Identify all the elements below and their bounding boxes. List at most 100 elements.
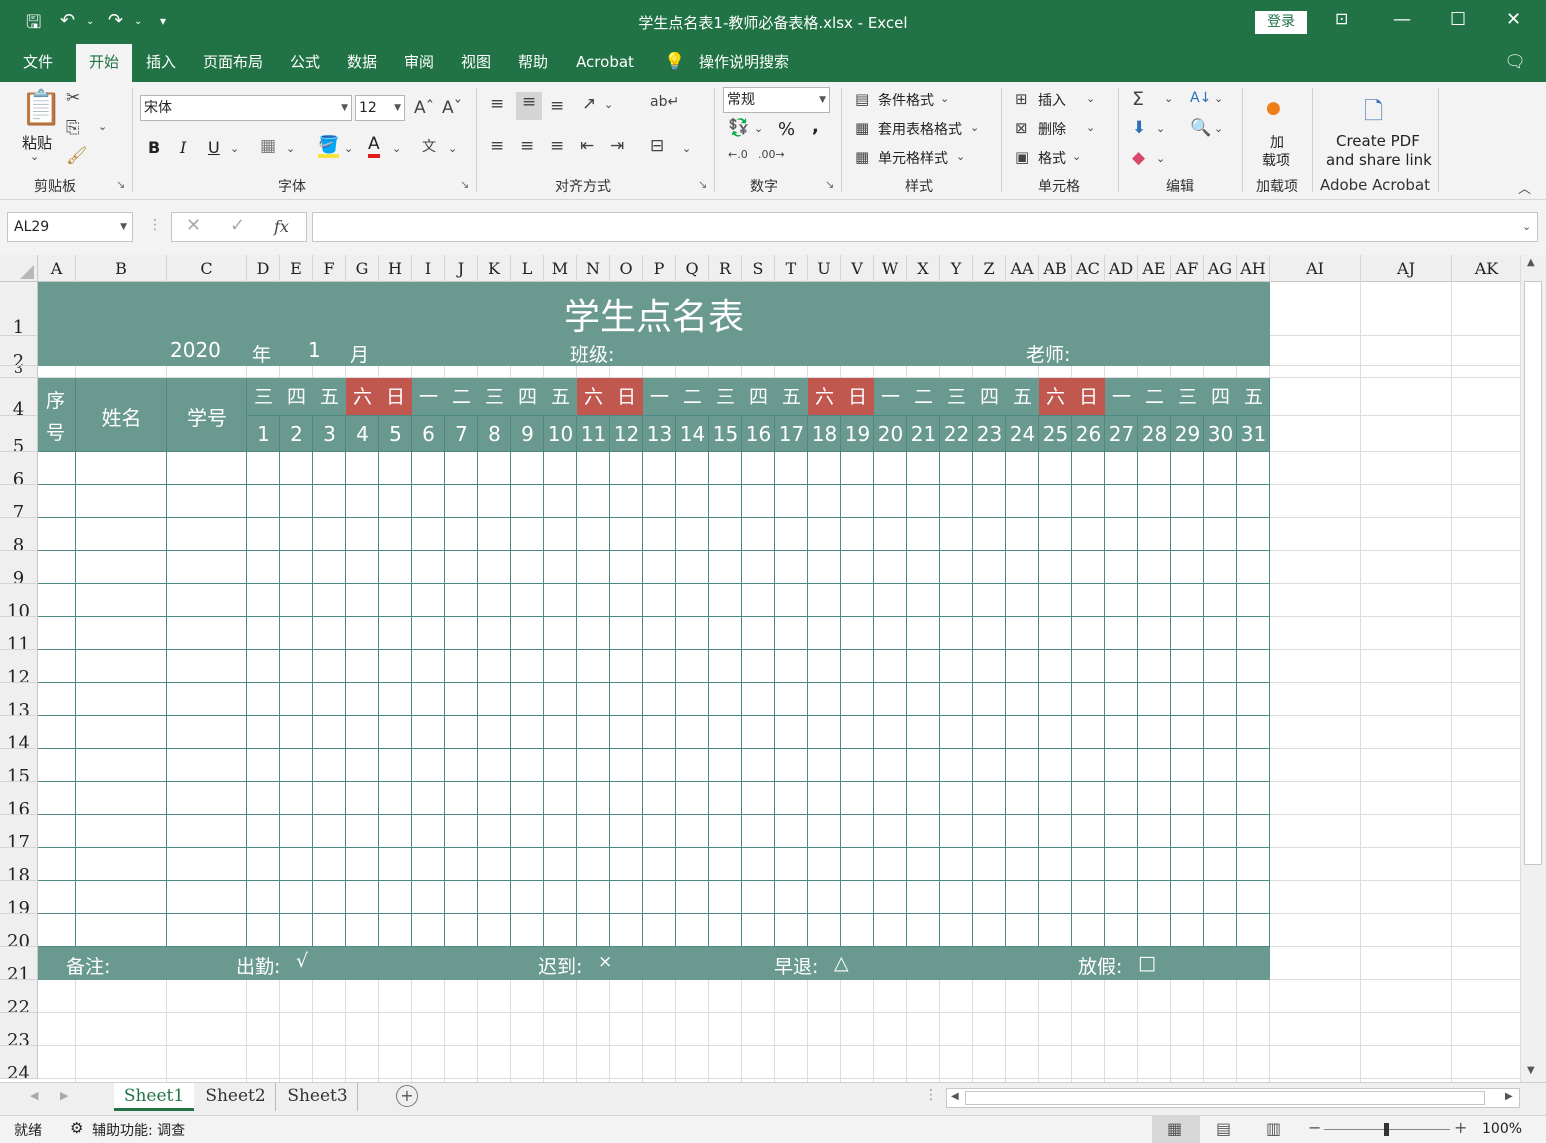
addins-label-line1[interactable]: 加 <box>1270 132 1284 152</box>
cut-icon[interactable]: ✂ <box>66 88 80 108</box>
tab-acrobat[interactable]: Acrobat <box>566 44 644 82</box>
bold-button[interactable]: B <box>148 138 160 157</box>
find-select-icon[interactable]: 🔍 <box>1190 118 1211 138</box>
alignment-launcher-icon[interactable]: ↘ <box>698 178 707 191</box>
column-header-ae[interactable]: AE <box>1138 255 1171 282</box>
column-header-c[interactable]: C <box>167 255 247 282</box>
row-header-23[interactable]: 23 <box>0 1013 38 1046</box>
copy-dropdown-icon[interactable]: ⌄ <box>98 120 107 133</box>
align-center-icon[interactable]: ≡ <box>520 136 534 156</box>
row-header-9[interactable]: 9 <box>0 551 38 584</box>
borders-dropdown-icon[interactable]: ⌄ <box>286 142 295 155</box>
column-header-ak[interactable]: AK <box>1452 255 1522 282</box>
insert-function-button[interactable]: fx <box>274 217 289 236</box>
decrease-indent-icon[interactable]: ⇤ <box>580 136 594 156</box>
row-header-22[interactable]: 22 <box>0 980 38 1013</box>
row-header-11[interactable]: 11 <box>0 617 38 650</box>
sort-filter-dropdown-icon[interactable]: ⌄ <box>1214 92 1223 105</box>
column-header-z[interactable]: Z <box>973 255 1006 282</box>
column-header-n[interactable]: N <box>577 255 610 282</box>
font-name-dropdown[interactable]: 宋体 ▼ <box>140 95 352 121</box>
fill-dropdown-icon[interactable]: ⌄ <box>1156 122 1165 135</box>
horizontal-scroll-thumb[interactable] <box>965 1091 1485 1105</box>
font-color-dropdown-icon[interactable]: ⌄ <box>392 142 401 155</box>
paste-icon[interactable]: 📋 <box>20 88 62 128</box>
column-header-k[interactable]: K <box>478 255 511 282</box>
tab-help[interactable]: 帮助 <box>508 44 558 82</box>
format-as-table-button[interactable]: 套用表格格式 <box>878 119 962 139</box>
addins-label-line2[interactable]: 载项 <box>1262 150 1290 170</box>
cell-styles-dropdown-icon[interactable]: ⌄ <box>956 150 965 163</box>
borders-icon[interactable]: ▦ <box>260 136 276 156</box>
select-all-button[interactable] <box>0 255 38 282</box>
align-middle-icon[interactable]: ≡ <box>516 92 542 120</box>
increase-indent-icon[interactable]: ⇥ <box>610 136 624 156</box>
column-header-v[interactable]: V <box>841 255 874 282</box>
align-bottom-icon[interactable]: ≡ <box>550 96 564 116</box>
insert-cells-dropdown-icon[interactable]: ⌄ <box>1086 92 1095 105</box>
tab-split-grip-icon[interactable]: ⋮ <box>924 1087 938 1103</box>
login-button[interactable]: 登录 <box>1255 11 1307 34</box>
shrink-font-icon[interactable]: Aˇ <box>442 98 462 118</box>
column-header-a[interactable]: A <box>38 255 76 282</box>
cell-styles-button[interactable]: 单元格样式 <box>878 148 948 168</box>
align-right-icon[interactable]: ≡ <box>550 136 564 156</box>
find-select-dropdown-icon[interactable]: ⌄ <box>1214 122 1223 135</box>
sheet-tab-sheet2[interactable]: Sheet2 <box>196 1083 276 1111</box>
format-cells-button[interactable]: 格式 <box>1038 148 1066 168</box>
maximize-icon[interactable]: ☐ <box>1450 9 1466 30</box>
fill-color-dropdown-icon[interactable]: ⌄ <box>344 142 353 155</box>
expand-formula-icon[interactable]: ⌄ <box>1522 220 1531 233</box>
tab-formulas[interactable]: 公式 <box>280 44 330 82</box>
row-header-19[interactable]: 19 <box>0 881 38 914</box>
row-header-17[interactable]: 17 <box>0 815 38 848</box>
column-header-u[interactable]: U <box>808 255 841 282</box>
column-header-ag[interactable]: AG <box>1204 255 1237 282</box>
row-header-3[interactable]: 3 <box>0 366 38 378</box>
column-header-h[interactable]: H <box>379 255 412 282</box>
underline-button[interactable]: U <box>208 138 220 157</box>
column-header-e[interactable]: E <box>280 255 313 282</box>
wrap-text-icon[interactable]: ab↵ <box>650 94 679 110</box>
phonetic-dropdown-icon[interactable]: ⌄ <box>448 142 457 155</box>
column-header-af[interactable]: AF <box>1171 255 1204 282</box>
merge-center-icon[interactable]: ⊟ <box>650 136 664 156</box>
clipboard-launcher-icon[interactable]: ↘ <box>116 178 125 191</box>
zoom-level[interactable]: 100% <box>1482 1121 1522 1137</box>
column-header-b[interactable]: B <box>76 255 167 282</box>
addins-icon[interactable]: ● <box>1266 98 1281 118</box>
align-top-icon[interactable]: ≡ <box>490 94 504 114</box>
column-header-ab[interactable]: AB <box>1039 255 1072 282</box>
scroll-up-icon[interactable]: ▲ <box>1527 257 1535 268</box>
percent-style-button[interactable]: % <box>778 119 795 140</box>
accounting-dropdown-icon[interactable]: ⌄ <box>754 122 763 135</box>
name-box[interactable]: AL29 ▼ <box>7 212 133 242</box>
conditional-format-dropdown-icon[interactable]: ⌄ <box>940 92 949 105</box>
row-header-2[interactable]: 2 <box>0 336 38 366</box>
tab-view[interactable]: 视图 <box>451 44 501 82</box>
grow-font-icon[interactable]: Aˆ <box>414 98 434 118</box>
column-header-m[interactable]: M <box>544 255 577 282</box>
column-header-ad[interactable]: AD <box>1105 255 1138 282</box>
tab-insert[interactable]: 插入 <box>136 44 186 82</box>
sheet-tab-sheet1[interactable]: Sheet1 <box>114 1083 194 1111</box>
row-header-15[interactable]: 15 <box>0 749 38 782</box>
formula-input[interactable] <box>312 212 1538 242</box>
column-header-x[interactable]: X <box>907 255 940 282</box>
orientation-icon[interactable]: ↗ <box>582 94 596 114</box>
row-header-6[interactable]: 6 <box>0 452 38 485</box>
italic-button[interactable]: I <box>180 138 186 157</box>
zoom-out-icon[interactable]: − <box>1308 1118 1321 1137</box>
tab-data[interactable]: 数据 <box>337 44 387 82</box>
decrease-decimal-icon[interactable]: .00→ <box>758 148 785 161</box>
tell-me-search[interactable]: 操作说明搜索 <box>692 44 796 82</box>
orientation-dropdown-icon[interactable]: ⌄ <box>604 98 613 111</box>
scroll-right-icon[interactable]: ▶ <box>1505 1091 1513 1102</box>
tab-file[interactable]: 文件 <box>12 44 64 82</box>
comma-style-button[interactable]: , <box>812 116 819 137</box>
autosum-dropdown-icon[interactable]: ⌄ <box>1164 92 1173 105</box>
sheet-tab-sheet3[interactable]: Sheet3 <box>278 1083 358 1111</box>
scroll-down-icon[interactable]: ▼ <box>1527 1065 1535 1076</box>
row-header-14[interactable]: 14 <box>0 716 38 749</box>
column-header-aj[interactable]: AJ <box>1361 255 1452 282</box>
